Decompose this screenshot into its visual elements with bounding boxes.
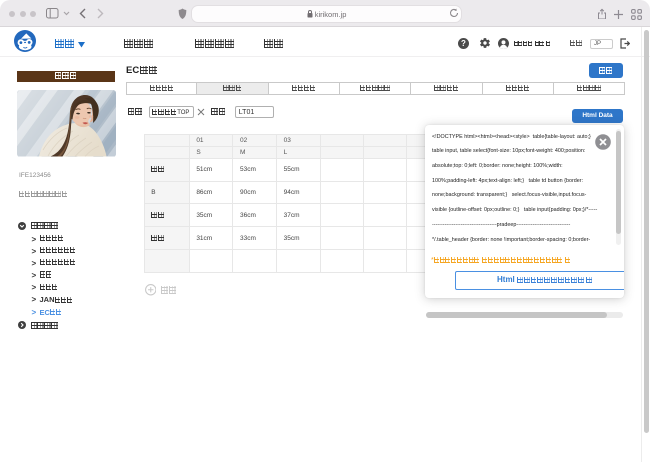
svg-text:?: ? (461, 39, 466, 48)
